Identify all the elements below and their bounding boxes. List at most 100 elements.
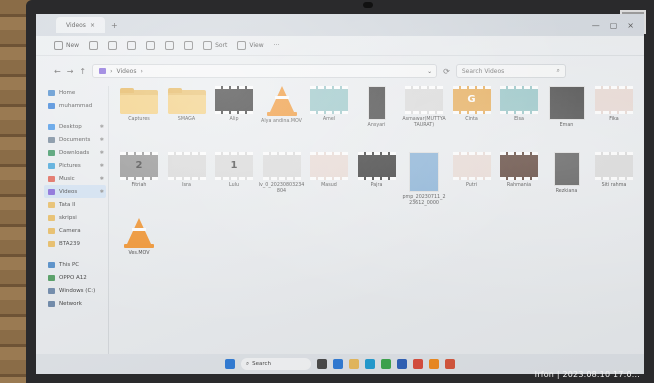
cut-icon[interactable] [89, 41, 99, 50]
nav-item-downloads[interactable]: Downloads ✱ [44, 146, 106, 159]
copy-icon[interactable] [108, 41, 118, 50]
tab-close-icon[interactable]: × [90, 22, 95, 29]
forward-icon[interactable]: → [67, 67, 74, 76]
file-grid: Captures SMAGA Alip Alya andina.MOV Amel Ansy… [116, 86, 636, 356]
new-tab-icon[interactable]: + [111, 21, 118, 30]
task-view-icon[interactable] [317, 359, 327, 369]
paste-icon[interactable] [127, 41, 137, 50]
minimize-icon[interactable]: — [592, 21, 600, 30]
file-item[interactable]: Ansyari [354, 86, 400, 129]
file-item[interactable]: lv_0_20230803234804 [259, 152, 305, 194]
start-icon[interactable] [225, 359, 235, 369]
share-icon[interactable] [165, 41, 175, 50]
taskbar-search-icon: ⌕ [246, 360, 250, 367]
file-item[interactable]: Captures [116, 86, 162, 123]
new-button[interactable]: New [54, 41, 79, 50]
pin-icon: ✱ [99, 136, 104, 143]
nav-item-this-pc[interactable]: This PC [44, 258, 106, 271]
file-name: Fitriah [131, 183, 147, 188]
more-options-icon[interactable]: ··· [274, 42, 280, 49]
nav-item-music[interactable]: Music ✱ [44, 172, 106, 185]
file-item[interactable]: Ves.MOV [116, 218, 162, 257]
edge-icon[interactable] [365, 359, 375, 369]
file-item[interactable]: Rahmania [496, 152, 542, 189]
video-thumbnail [367, 86, 386, 120]
delete-icon[interactable] [184, 41, 194, 50]
nav-item-desktop[interactable]: Desktop ✱ [44, 120, 106, 133]
file-item[interactable]: Elsa [496, 86, 542, 123]
file-item[interactable]: Pajra [354, 152, 400, 189]
command-bar: New Sort View ··· [36, 36, 644, 56]
folder-icon [167, 88, 206, 114]
file-item[interactable]: 1 Lulu [211, 152, 257, 189]
address-path[interactable]: Videos [117, 68, 137, 75]
wps-icon[interactable] [413, 359, 423, 369]
nav-item-pictures[interactable]: Pictures ✱ [44, 159, 106, 172]
file-name: Captures [128, 117, 150, 122]
close-window-icon[interactable]: × [627, 21, 634, 30]
file-name: Masud [321, 183, 337, 188]
tab-title: Videos [66, 21, 86, 29]
up-icon[interactable]: ↑ [79, 67, 86, 76]
store-icon[interactable] [445, 359, 455, 369]
nav-item-oppo-a12[interactable]: OPPO A12 [44, 271, 106, 284]
view-icon [237, 41, 247, 50]
taskbar-search[interactable]: ⌕ Search [241, 358, 311, 370]
nav-item-home[interactable]: Home [44, 86, 106, 99]
file-name: Amel [322, 117, 336, 122]
search-input[interactable]: Search Videos ⌕ [455, 64, 566, 78]
rename-icon[interactable] [146, 41, 156, 50]
vlc-icon[interactable] [429, 359, 439, 369]
refresh-icon[interactable]: ⟳ [443, 67, 450, 76]
back-icon[interactable]: ← [54, 67, 61, 76]
file-item[interactable]: Alya andina.MOV [259, 86, 305, 125]
address-dropdown-icon[interactable]: ⌄ [427, 68, 436, 75]
file-item[interactable]: Siti rahma [591, 152, 637, 189]
file-explorer-icon[interactable] [349, 359, 359, 369]
view-button[interactable]: View [237, 41, 264, 50]
address-bar[interactable]: › Videos › ⌄ [92, 64, 438, 78]
widgets-icon[interactable] [333, 359, 343, 369]
file-item[interactable]: Isra [164, 152, 210, 189]
nav-item-tata-ii[interactable]: Tata II [44, 198, 106, 211]
tab-videos[interactable]: Videos × [56, 17, 105, 33]
folder-icon [120, 88, 158, 114]
file-name: SMAGA [177, 117, 196, 122]
file-item[interactable]: pmp_20230711_223612_0000 [401, 152, 447, 206]
file-item[interactable]: Rezkiana [544, 152, 590, 195]
maximize-icon[interactable]: ▢ [610, 21, 618, 30]
file-item[interactable]: Putri [449, 152, 495, 189]
file-item[interactable]: Masud [306, 152, 352, 189]
chrome-icon[interactable] [381, 359, 391, 369]
file-item[interactable]: Alip [211, 86, 257, 123]
file-item[interactable]: G Cinta [449, 86, 495, 123]
nav-item-label: OPPO A12 [59, 274, 87, 281]
word-icon[interactable] [397, 359, 407, 369]
nav-item-label: Videos [59, 188, 78, 195]
nav-folder-icon [48, 175, 55, 182]
video-thumbnail [500, 86, 538, 114]
pane-divider[interactable] [108, 86, 109, 356]
nav-item-muhammad[interactable]: muhammad [44, 99, 106, 112]
file-item[interactable]: Eman [544, 86, 590, 129]
nav-item-windows-c[interactable]: Windows (C:) [44, 284, 106, 297]
file-item[interactable]: Asmawar(MUTTYA TAURAT) [401, 86, 447, 128]
video-thumbnail [452, 152, 491, 180]
nav-folder-icon [48, 89, 55, 96]
nav-item-camera[interactable]: Camera [44, 224, 106, 237]
nav-folder-icon [48, 227, 55, 234]
nav-item-videos[interactable]: Videos ✱ [44, 185, 106, 198]
file-item[interactable]: 2 Fitriah [116, 152, 162, 189]
video-thumbnail [548, 86, 585, 120]
nav-folder-icon [48, 300, 55, 307]
file-name: Asmawar(MUTTYA TAURAT) [402, 117, 446, 128]
nav-item-bta239[interactable]: BTA239 [44, 237, 106, 250]
file-item[interactable]: Fika [591, 86, 637, 123]
nav-item-documents[interactable]: Documents ✱ [44, 133, 106, 146]
nav-item-label: skripsi [59, 214, 77, 221]
sort-button[interactable]: Sort [203, 41, 227, 50]
file-item[interactable]: SMAGA [164, 86, 210, 123]
nav-item-network[interactable]: Network [44, 297, 106, 310]
nav-item-skripsi[interactable]: skripsi [44, 211, 106, 224]
file-item[interactable]: Amel [306, 86, 352, 123]
